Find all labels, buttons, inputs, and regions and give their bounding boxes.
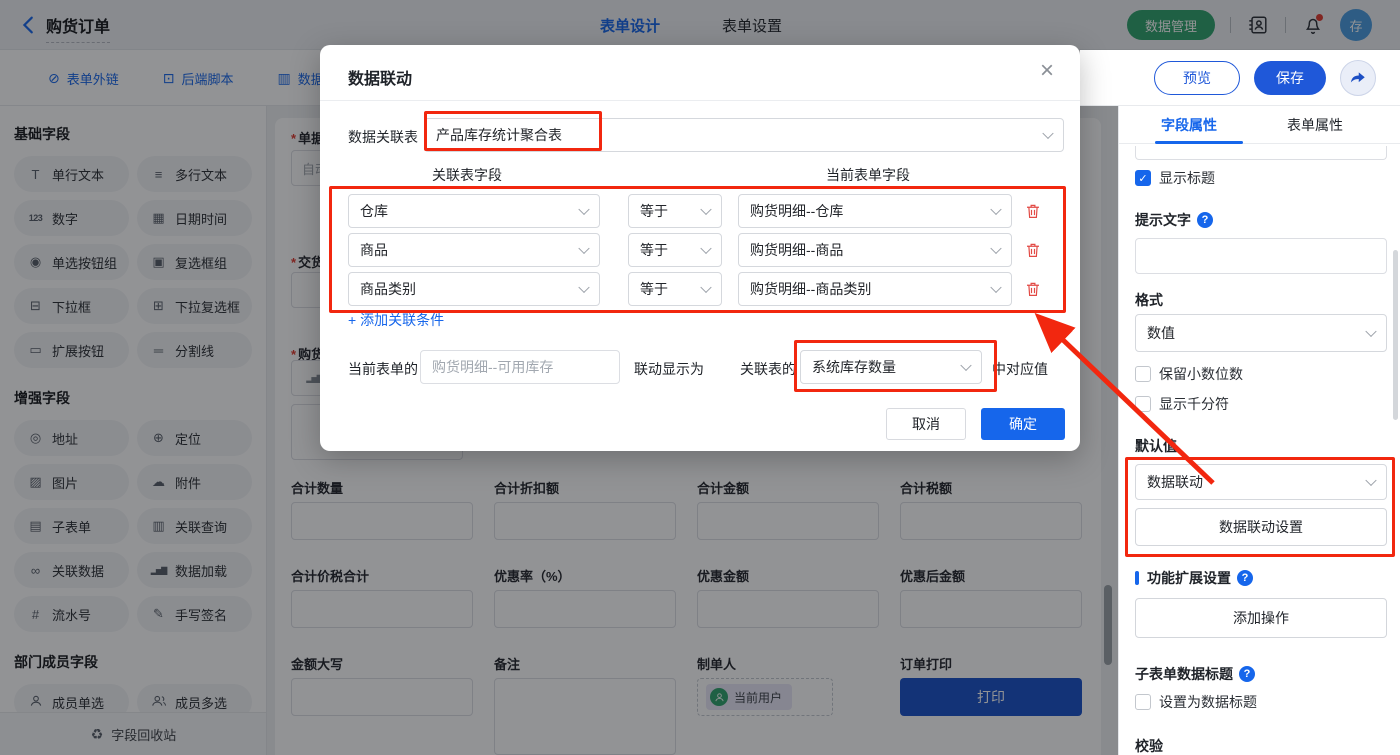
chevron-down-icon	[1365, 474, 1377, 487]
subform-data-title-label: 子表单数据标题 ?	[1135, 664, 1255, 684]
panel-scrollbar[interactable]	[1393, 250, 1398, 420]
condition-operator-select[interactable]: 等于	[628, 272, 722, 306]
preview-button[interactable]: 预览	[1154, 61, 1240, 95]
share-button[interactable]	[1340, 60, 1376, 96]
suffix-label: 中对应值	[992, 361, 1048, 377]
data-linkage-modal: 数据联动 × 数据关联表 产品库存统计聚合表 关联表字段 当前表单字段 仓库 等…	[320, 45, 1080, 451]
show-title-checkbox[interactable]: ✓ 显示标题	[1135, 168, 1215, 188]
confirm-button[interactable]: 确定	[981, 408, 1065, 440]
toolbar-actions: 预览 保存	[1154, 50, 1376, 106]
thousand-separator-checkbox[interactable]: 显示千分符	[1135, 394, 1229, 414]
checkbox-checked-icon: ✓	[1135, 170, 1151, 186]
form-designer-app: 购货订单 表单设计 表单设置 数据管理 存 ⊘ 表单外链 ⊡ 后端脚本 ▥ 预览…	[0, 0, 1400, 755]
close-icon[interactable]: ×	[1040, 59, 1054, 83]
chevron-down-icon	[1365, 325, 1377, 338]
save-button[interactable]: 保存	[1254, 61, 1326, 95]
tab-form-properties[interactable]: 表单属性	[1287, 115, 1343, 135]
add-condition-link[interactable]: + 添加关联条件	[348, 310, 444, 330]
share-arrow-icon	[1350, 72, 1365, 83]
set-data-title-checkbox[interactable]: 设置为数据标题	[1135, 692, 1257, 712]
chevron-down-icon	[960, 359, 972, 372]
chevron-down-icon	[990, 242, 1002, 255]
chevron-down-icon	[578, 281, 590, 294]
current-form-field-input[interactable]: 购货明细--可用库存	[420, 350, 620, 384]
default-value-label: 默认值	[1135, 438, 1177, 454]
relation-field-select[interactable]: 系统库存数量	[800, 350, 982, 384]
divider	[320, 100, 1080, 101]
properties-tabs: 字段属性 表单属性	[1119, 106, 1400, 144]
condition-right-select[interactable]: 购货明细--仓库	[738, 194, 1012, 228]
condition-right-select[interactable]: 购货明细--商品类别	[738, 272, 1012, 306]
condition-left-select[interactable]: 商品类别	[348, 272, 600, 306]
chevron-down-icon	[578, 242, 590, 255]
format-select[interactable]: 数值	[1135, 314, 1387, 352]
chevron-down-icon	[700, 242, 712, 255]
relation-of-label: 关联表的	[740, 361, 796, 377]
link-display-label: 联动显示为	[634, 361, 704, 377]
checkbox-icon	[1135, 366, 1151, 382]
data-linkage-setting-button[interactable]: 数据联动设置	[1135, 508, 1387, 546]
chevron-down-icon	[1042, 127, 1054, 140]
help-icon[interactable]: ?	[1239, 666, 1255, 682]
properties-panel: 字段属性 表单属性 ✓ 显示标题 提示文字 ? 格式 数值 保留小数位数 显示千…	[1118, 106, 1400, 755]
condition-right-select[interactable]: 购货明细--商品	[738, 233, 1012, 267]
chevron-down-icon	[700, 281, 712, 294]
column-header-relation-field: 关联表字段	[432, 167, 502, 183]
modal-dim-overlay	[0, 0, 1400, 50]
delete-condition-button[interactable]	[1024, 280, 1042, 303]
checkbox-icon	[1135, 694, 1151, 710]
hint-text-label: 提示文字 ?	[1135, 210, 1213, 230]
chevron-down-icon	[700, 203, 712, 216]
function-extension-label: 功能扩展设置 ?	[1135, 568, 1253, 588]
format-label: 格式	[1135, 292, 1163, 308]
title-input-partial[interactable]	[1135, 146, 1387, 160]
default-value-select[interactable]: 数据联动	[1135, 464, 1387, 500]
condition-left-select[interactable]: 商品	[348, 233, 600, 267]
chevron-down-icon	[990, 203, 1002, 216]
condition-left-select[interactable]: 仓库	[348, 194, 600, 228]
condition-operator-select[interactable]: 等于	[628, 194, 722, 228]
validation-label: 校验	[1135, 738, 1163, 754]
condition-operator-select[interactable]: 等于	[628, 233, 722, 267]
delete-condition-button[interactable]	[1024, 241, 1042, 264]
help-icon[interactable]: ?	[1197, 212, 1213, 228]
chevron-down-icon	[990, 281, 1002, 294]
column-header-current-field: 当前表单字段	[826, 167, 910, 183]
relation-table-label: 数据关联表	[348, 129, 418, 145]
relation-table-select[interactable]: 产品库存统计聚合表	[424, 118, 1064, 152]
add-action-button[interactable]: 添加操作	[1135, 598, 1387, 638]
help-icon[interactable]: ?	[1237, 570, 1253, 586]
chevron-down-icon	[578, 203, 590, 216]
delete-condition-button[interactable]	[1024, 202, 1042, 225]
modal-title: 数据联动	[348, 71, 413, 88]
cancel-button[interactable]: 取消	[886, 408, 966, 440]
active-tab-underline	[1155, 141, 1243, 144]
current-form-label: 当前表单的	[348, 361, 418, 377]
hint-text-input[interactable]	[1135, 238, 1387, 274]
tab-field-properties[interactable]: 字段属性	[1161, 115, 1217, 135]
keep-decimal-checkbox[interactable]: 保留小数位数	[1135, 364, 1243, 384]
checkbox-icon	[1135, 396, 1151, 412]
